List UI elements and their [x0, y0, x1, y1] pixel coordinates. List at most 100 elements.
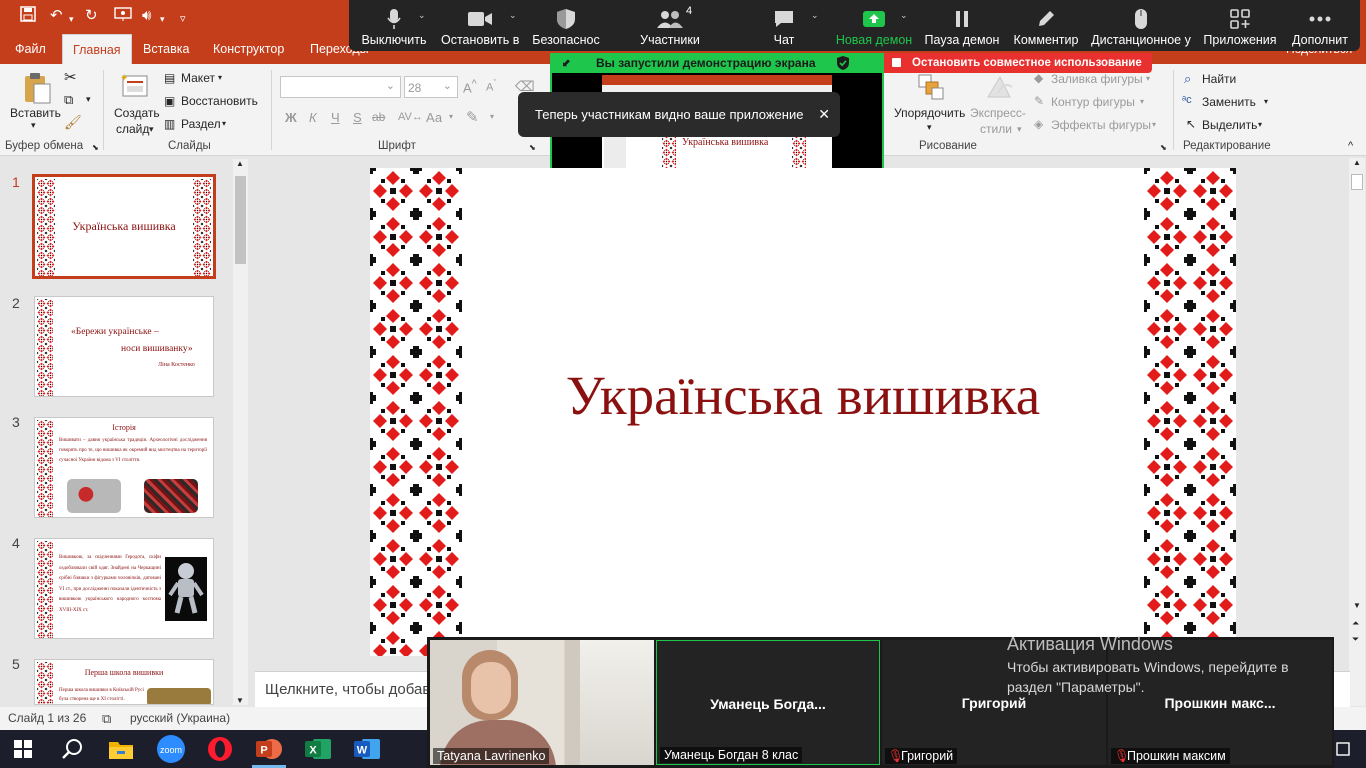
quick-styles-label-2[interactable]: стили: [980, 122, 1012, 136]
highlight-icon[interactable]: ✎: [466, 108, 479, 126]
reset-button[interactable]: Восстановить: [181, 94, 258, 108]
apps-button[interactable]: Приложения: [1201, 0, 1279, 51]
mute-options-icon[interactable]: ⌄: [418, 10, 426, 21]
thumbnails-scrollbar[interactable]: ▲ ▼: [233, 159, 248, 705]
spellcheck-icon[interactable]: ⧉: [102, 707, 111, 730]
file-explorer-icon[interactable]: [104, 734, 138, 764]
increase-font-icon[interactable]: A^: [463, 78, 477, 95]
section-dropdown-icon[interactable]: ▾: [222, 119, 226, 128]
scroll-thumb[interactable]: [1351, 174, 1363, 190]
slide-scrollbar[interactable]: ▲ ▼ ⏶ ⏷: [1349, 158, 1365, 706]
replace-button[interactable]: Заменить: [1202, 95, 1256, 109]
undo-icon[interactable]: ↶: [50, 6, 63, 26]
slide-thumbnail-4[interactable]: Вишивкою, за свідченнями Геродота, скіфи…: [34, 538, 214, 639]
replace-icon[interactable]: ᵃc: [1182, 94, 1192, 106]
shape-fill-button[interactable]: Заливка фигуры: [1051, 72, 1143, 86]
select-button[interactable]: Выделить: [1202, 118, 1257, 132]
font-family-select[interactable]: ⌄: [280, 76, 401, 98]
redo-icon[interactable]: ↻: [85, 6, 98, 26]
present-from-start-icon[interactable]: [114, 6, 132, 28]
clipboard-launcher-icon[interactable]: ⬊: [92, 143, 99, 152]
new-slide-dropdown-icon[interactable]: ▾: [149, 124, 154, 135]
stop-share-button[interactable]: Остановить совместное использование: [884, 53, 1152, 73]
pause-share-button[interactable]: Пауза демон: [923, 0, 1001, 51]
copy-icon[interactable]: ⧉: [64, 92, 73, 108]
find-button[interactable]: Найти: [1202, 72, 1236, 86]
mute-button[interactable]: Выключить: [359, 0, 429, 51]
paste-icon[interactable]: [20, 70, 54, 106]
shape-fill-dropdown-icon[interactable]: ▾: [1146, 74, 1150, 83]
next-slide-icon[interactable]: ⏷: [1352, 634, 1359, 645]
more-button[interactable]: Дополнит: [1285, 0, 1355, 51]
collapse-ribbon-icon[interactable]: ^: [1348, 140, 1353, 152]
scroll-down-icon[interactable]: ▼: [236, 696, 244, 705]
chat-button[interactable]: Чат: [749, 0, 819, 51]
paste-button[interactable]: Вставить: [10, 106, 61, 120]
language-indicator[interactable]: русский (Украина): [130, 707, 230, 730]
opera-icon[interactable]: [203, 734, 237, 764]
new-share-button[interactable]: Новая демон: [834, 0, 914, 51]
video-tile-self[interactable]: Tatyana Lavrinenko: [430, 640, 654, 765]
customize-quick-access-icon[interactable]: ▿: [180, 9, 186, 29]
speaker-icon[interactable]: 🔊︎: [142, 6, 151, 26]
new-slide-icon[interactable]: ✦: [118, 70, 152, 104]
paste-dropdown-icon[interactable]: ▾: [31, 120, 36, 131]
select-cursor-icon[interactable]: ↖: [1186, 117, 1196, 131]
italic-button[interactable]: К: [309, 110, 317, 125]
select-dropdown-icon[interactable]: ▾: [1258, 120, 1262, 129]
save-icon[interactable]: [20, 6, 36, 28]
chat-options-icon[interactable]: ⌄: [811, 10, 819, 21]
font-size-select[interactable]: 28 ⌄: [404, 76, 458, 98]
participants-button[interactable]: 4 Участники: [635, 0, 705, 51]
zoom-app-icon[interactable]: zoom: [154, 734, 188, 764]
shape-outline-button[interactable]: Контур фигуры: [1051, 95, 1135, 109]
quick-styles-label-1[interactable]: Экспресс-: [970, 106, 1026, 120]
slide-thumbnail-3[interactable]: Історія Вишивати – давня українська трад…: [34, 417, 214, 518]
scroll-down-icon[interactable]: ▼: [1353, 601, 1361, 610]
shape-outline-icon[interactable]: ✎: [1034, 94, 1044, 108]
slide-thumbnail-5[interactable]: Перша школа вишивки Перша школа вишивки …: [34, 659, 214, 705]
section-icon[interactable]: ▥: [164, 117, 175, 131]
video-tile-active-speaker[interactable]: Уманець Богда... Уманець Богдан 8 клас: [656, 640, 880, 765]
security-button[interactable]: Безопаснос: [531, 0, 601, 51]
reset-icon[interactable]: ▣: [164, 94, 175, 108]
windows-start-icon[interactable]: [6, 734, 40, 764]
drawing-launcher-icon[interactable]: ⬊: [1160, 143, 1167, 152]
shape-effects-button[interactable]: Эффекты фигуры: [1051, 118, 1151, 132]
layout-icon[interactable]: ▤: [164, 71, 175, 85]
find-icon[interactable]: ⌕: [1184, 71, 1191, 87]
video-options-icon[interactable]: ⌄: [509, 10, 517, 21]
shadow-button[interactable]: S: [353, 110, 362, 125]
remote-control-button[interactable]: Дистанционное у: [1089, 0, 1193, 51]
change-case-dropdown-icon[interactable]: ▾: [449, 112, 453, 121]
scroll-up-icon[interactable]: ▲: [1353, 158, 1361, 167]
powerpoint-icon[interactable]: P: [252, 734, 286, 764]
new-slide-label-2[interactable]: слайд: [116, 122, 149, 136]
quick-styles-dropdown-icon[interactable]: ▾: [1017, 124, 1022, 135]
slide-thumbnail-1[interactable]: Українська вишивка: [32, 174, 216, 279]
font-launcher-icon[interactable]: ⬊: [529, 143, 536, 152]
copy-dropdown-icon[interactable]: ▾: [86, 94, 91, 105]
search-icon[interactable]: [55, 734, 89, 764]
section-button[interactable]: Раздел: [181, 117, 221, 131]
quick-styles-icon[interactable]: [983, 72, 1015, 102]
cut-icon[interactable]: ✂: [64, 68, 77, 86]
shape-effects-icon[interactable]: ◈: [1034, 117, 1043, 131]
share-options-icon[interactable]: ⌄: [900, 10, 908, 21]
bold-button[interactable]: Ж: [285, 110, 297, 125]
slide-title[interactable]: Українська вишивка: [370, 364, 1236, 427]
decrease-font-icon[interactable]: Aˇ: [486, 78, 496, 94]
slide-thumbnail-2[interactable]: «Бережи українське – носи вишиванку» Лін…: [34, 296, 214, 397]
scroll-thumb[interactable]: [235, 176, 246, 264]
annotate-button[interactable]: Комментир: [1009, 0, 1083, 51]
highlight-dropdown-icon[interactable]: ▾: [490, 112, 494, 121]
format-painter-icon[interactable]: 🖌︎: [64, 114, 82, 131]
tab-design[interactable]: Конструктор: [213, 34, 284, 64]
layout-dropdown-icon[interactable]: ▾: [218, 73, 222, 82]
speaker-dropdown-icon[interactable]: ▾: [160, 9, 165, 29]
previous-slide-icon[interactable]: ⏶: [1352, 618, 1359, 629]
arrange-icon[interactable]: [915, 72, 947, 102]
slide-canvas[interactable]: Українська вишивка: [370, 168, 1236, 656]
layout-button[interactable]: Макет: [181, 71, 215, 85]
arrange-dropdown-icon[interactable]: ▾: [927, 122, 932, 133]
